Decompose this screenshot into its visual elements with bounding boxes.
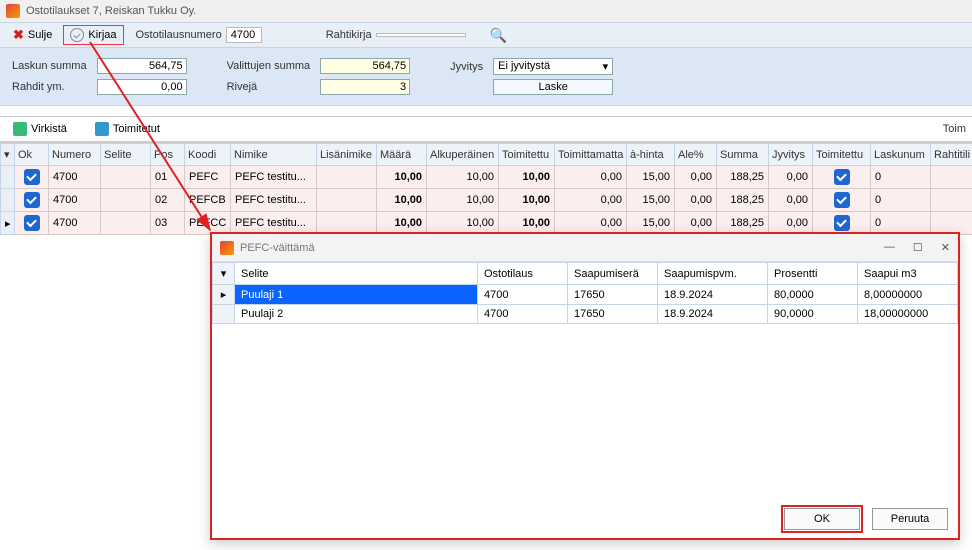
sulje-button[interactable]: ✖ Sulje bbox=[6, 24, 59, 46]
jyvitys-dropdown[interactable]: Ei jyvitystä ▾ bbox=[493, 58, 613, 75]
dialog-grid[interactable]: ▾ Selite Ostotilaus Saapumiserä Saapumis… bbox=[212, 262, 958, 324]
rahdit-input[interactable] bbox=[97, 79, 187, 95]
chevron-down-icon: ▾ bbox=[603, 60, 609, 73]
maximize-icon[interactable]: ☐ bbox=[913, 241, 923, 254]
check-icon bbox=[70, 28, 84, 42]
secondary-toolbar: Virkistä Toimitetut Toim bbox=[0, 116, 972, 142]
ostotilausnumero-value[interactable]: 4700 bbox=[226, 27, 262, 43]
row-header[interactable]: ▸ bbox=[1, 212, 15, 235]
jyvitys-label: Jyvitys bbox=[450, 61, 483, 73]
filter-icon[interactable]: ▾ bbox=[1, 144, 15, 166]
table-row[interactable]: Puulaji 2 4700 17650 18.9.2024 90,0000 1… bbox=[213, 305, 958, 324]
grid-header-row: ▾ OkNumero SelitePos KoodiNimike Lisänim… bbox=[1, 144, 972, 166]
ok-checkbox[interactable] bbox=[24, 169, 40, 185]
ostotilausnumero-label: Ostotilausnumero bbox=[136, 29, 222, 41]
riveja-value bbox=[320, 79, 410, 95]
virkista-button[interactable]: Virkistä bbox=[6, 119, 74, 139]
kirjaa-button[interactable]: Kirjaa bbox=[63, 25, 123, 45]
close-icon: ✖ bbox=[13, 27, 24, 43]
delivered-icon bbox=[95, 122, 109, 136]
dialog-titlebar[interactable]: PEFC-väittämä — ☐ ✕ bbox=[212, 234, 958, 262]
valittujen-value bbox=[320, 58, 410, 74]
riveja-label: Rivejä bbox=[227, 81, 311, 93]
toimitettu-checkbox[interactable] bbox=[834, 215, 850, 231]
rahtikirja-label: Rahtikirja bbox=[326, 29, 372, 41]
refresh-icon bbox=[13, 122, 27, 136]
kirjaa-label: Kirjaa bbox=[88, 29, 116, 41]
laskun-summa-label: Laskun summa bbox=[12, 60, 87, 72]
filter-icon[interactable]: ▾ bbox=[213, 263, 235, 285]
jyvitys-value: Ei jyvitystä bbox=[498, 60, 550, 73]
row-header[interactable] bbox=[1, 189, 15, 212]
table-row[interactable]: 470002PEFCBPEFC testitu...10,0010,0010,0… bbox=[1, 189, 972, 212]
rahdit-label: Rahdit ym. bbox=[12, 81, 87, 93]
dialog-title: PEFC-väittämä bbox=[240, 242, 315, 254]
app-icon bbox=[220, 241, 234, 255]
toimitettu-checkbox[interactable] bbox=[834, 169, 850, 185]
sulje-label: Sulje bbox=[28, 29, 52, 41]
ok-button[interactable]: OK bbox=[784, 508, 860, 530]
main-toolbar: ✖ Sulje Kirjaa Ostotilausnumero 4700 Rah… bbox=[0, 22, 972, 48]
pefc-dialog: PEFC-väittämä — ☐ ✕ ▾ Selite Ostotilaus … bbox=[210, 232, 960, 540]
ok-checkbox[interactable] bbox=[24, 192, 40, 208]
window-title: Ostotilaukset 7, Reiskan Tukku Oy. bbox=[26, 5, 196, 17]
titlebar: Ostotilaukset 7, Reiskan Tukku Oy. bbox=[0, 0, 972, 22]
row-header[interactable] bbox=[1, 166, 15, 189]
laske-button[interactable]: Laske bbox=[493, 79, 613, 95]
summary-panel: Laskun summa Rahdit ym. Valittujen summa… bbox=[0, 48, 972, 106]
row-indicator-icon: ▸ bbox=[213, 285, 235, 305]
table-row[interactable]: 470001PEFCPEFC testitu...10,0010,0010,00… bbox=[1, 166, 972, 189]
toimitetut-button[interactable]: Toimitetut bbox=[88, 119, 167, 139]
ok-checkbox[interactable] bbox=[24, 215, 40, 231]
minimize-icon[interactable]: — bbox=[884, 241, 895, 254]
search-icon[interactable]: 🔍 bbox=[490, 27, 507, 44]
overflow-text: Toim bbox=[943, 123, 966, 135]
close-icon[interactable]: ✕ bbox=[941, 241, 950, 254]
peruuta-button[interactable]: Peruuta bbox=[872, 508, 948, 530]
app-icon bbox=[6, 4, 20, 18]
valittujen-label: Valittujen summa bbox=[227, 60, 311, 72]
toimitettu-checkbox[interactable] bbox=[834, 192, 850, 208]
laskun-summa-input[interactable] bbox=[97, 58, 187, 74]
table-row[interactable]: ▸ Puulaji 1 4700 17650 18.9.2024 80,0000… bbox=[213, 285, 958, 305]
rahtikirja-input[interactable] bbox=[376, 33, 466, 37]
main-grid[interactable]: ▾ OkNumero SelitePos KoodiNimike Lisänim… bbox=[0, 142, 972, 235]
